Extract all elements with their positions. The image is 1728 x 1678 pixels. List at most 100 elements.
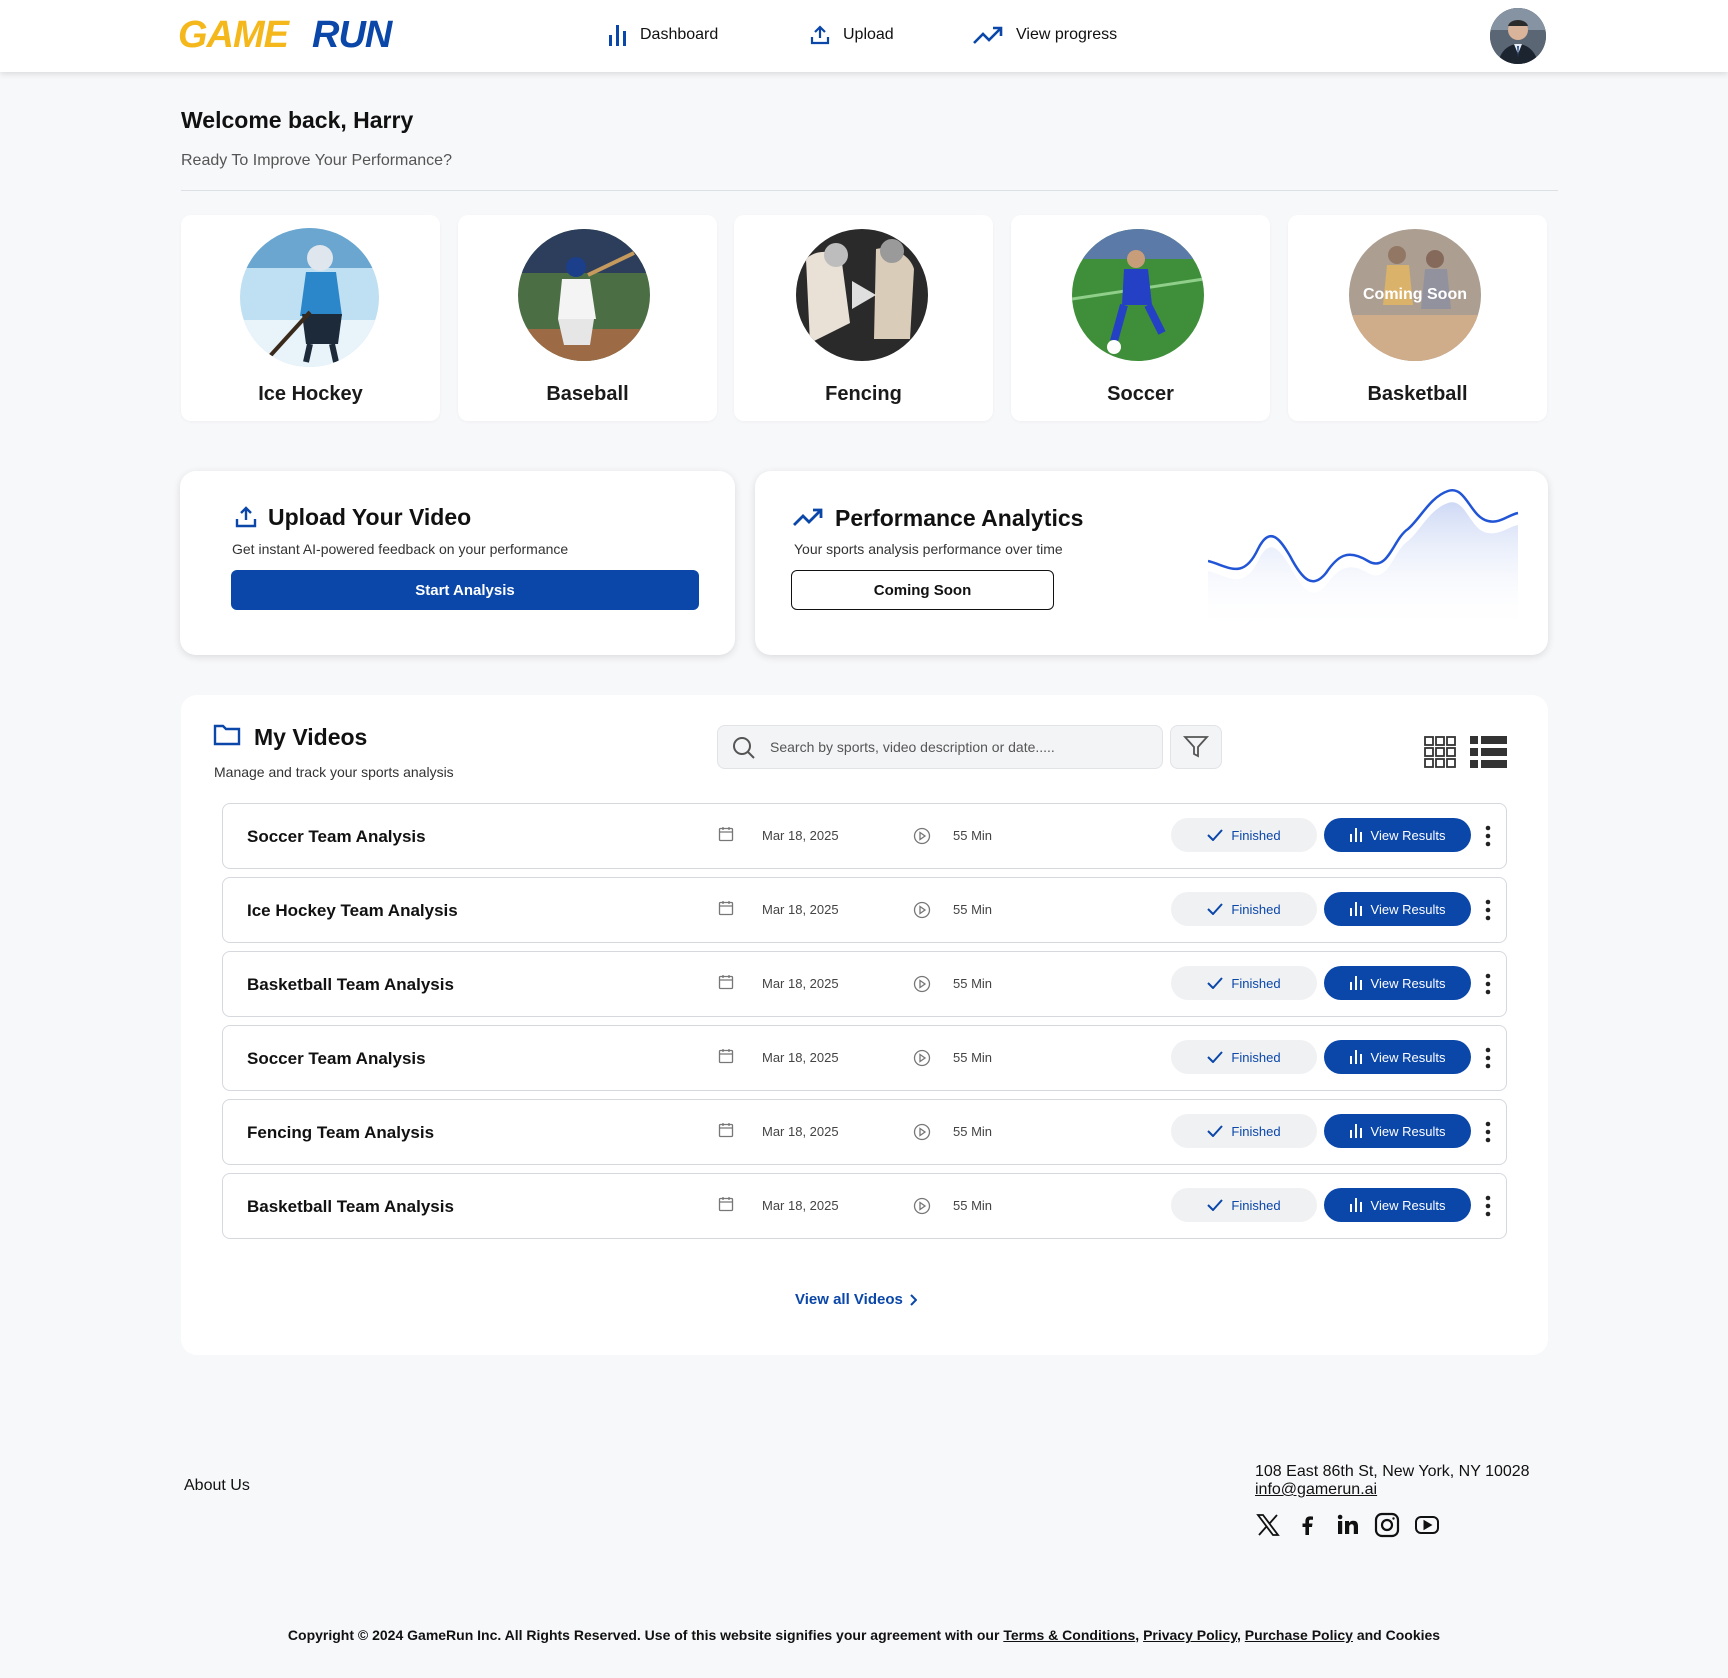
baseball-image [518,229,650,361]
check-icon [1207,1199,1224,1211]
check-icon [1207,1125,1224,1137]
coming-soon-button[interactable]: Coming Soon [791,570,1054,610]
more-vertical-icon [1485,1121,1491,1143]
view-results-button[interactable]: View Results [1324,1114,1471,1148]
calendar-icon [718,1197,734,1212]
calendar-icon [718,1049,734,1064]
video-row[interactable]: Basketball Team Analysis Mar 18, 2025 55… [222,1173,1507,1239]
more-options-button[interactable] [1478,970,1498,998]
more-vertical-icon [1485,825,1491,847]
sport-card-basketball[interactable]: Coming Soon Basketball [1288,215,1547,421]
trending-up-icon [973,26,1003,44]
ice-hockey-image [240,228,379,367]
sport-label: Ice Hockey [258,383,363,405]
list-view-button[interactable] [1470,736,1507,773]
terms-link[interactable]: Terms & Conditions [1003,1627,1135,1643]
calendar-icon [718,975,734,990]
video-row[interactable]: Fencing Team Analysis Mar 18, 2025 55 Mi… [222,1099,1507,1165]
more-options-button[interactable] [1478,1044,1498,1072]
view-results-button[interactable]: View Results [1324,892,1471,926]
facebook-link[interactable] [1293,1511,1321,1539]
search-input[interactable] [770,726,1150,768]
upload-card-title: Upload Your Video [268,504,472,530]
search-icon [733,737,755,759]
user-avatar[interactable] [1490,8,1546,64]
view-results-button[interactable]: View Results [1324,966,1471,1000]
copyright-prefix: Copyright © 2024 GameRun Inc. All Rights… [287,1627,1000,1643]
youtube-link[interactable] [1413,1511,1441,1539]
sport-card-fencing[interactable]: Fencing [734,215,993,421]
video-duration: 55 Min [953,976,993,991]
upload-icon [235,506,257,528]
welcome-title: Welcome back, Harry [181,107,414,133]
gamerun-logo[interactable]: GAME RUN [176,14,438,54]
nav-view-progress[interactable]: View progress [972,20,1117,50]
view-results-button[interactable]: View Results [1324,1188,1471,1222]
video-duration: 55 Min [953,828,993,843]
nav-upload[interactable]: Upload [809,20,894,50]
logo-text-game: GAME [178,14,291,54]
my-videos-subtitle: Manage and track your sports analysis [214,764,454,780]
more-vertical-icon [1485,899,1491,921]
status-label: Finished [1231,1197,1281,1213]
view-all-videos-link[interactable]: View all Videos [795,1291,917,1308]
sport-card-baseball[interactable]: Baseball [458,215,717,421]
status-label: Finished [1231,1123,1281,1139]
video-duration: 55 Min [953,902,993,917]
filter-button[interactable] [1170,725,1222,769]
video-title: Fencing Team Analysis [247,1123,435,1142]
footer-email-link[interactable]: info@gamerun.ai [1255,1481,1377,1499]
video-row[interactable]: Soccer Team Analysis Mar 18, 2025 55 Min… [222,803,1507,869]
more-options-button[interactable] [1478,1192,1498,1220]
list-view-icon [1470,736,1507,768]
view-all-label: View all Videos [795,1291,903,1308]
instagram-link[interactable] [1373,1511,1401,1539]
upload-card-subtitle: Get instant AI-powered feedback on your … [232,541,569,557]
more-options-button[interactable] [1478,1118,1498,1146]
welcome-subtitle: Ready To Improve Your Performance? [181,152,452,169]
x-link[interactable] [1254,1511,1282,1539]
view-results-button[interactable]: View Results [1324,818,1471,852]
upload-icon [810,25,830,45]
privacy-link[interactable]: Privacy Policy [1143,1627,1237,1643]
sport-label: Basketball [1367,383,1468,405]
status-badge: Finished [1171,1188,1317,1222]
about-us-link[interactable]: About Us [184,1477,250,1495]
performance-analytics-card: Performance Analytics Your sports analys… [755,471,1548,655]
more-options-button[interactable] [1478,896,1498,924]
video-row[interactable]: Basketball Team Analysis Mar 18, 2025 55… [222,951,1507,1017]
grid-view-button[interactable] [1424,736,1456,773]
bar-chart-icon [1349,976,1362,990]
status-label: Finished [1231,975,1281,991]
view-results-label: View Results [1370,1197,1446,1213]
sport-label: Soccer [1107,383,1174,405]
more-options-button[interactable] [1478,822,1498,850]
filter-icon [1183,736,1209,758]
sport-label: Baseball [546,383,629,405]
video-row[interactable]: Soccer Team Analysis Mar 18, 2025 55 Min… [222,1025,1507,1091]
linkedin-link[interactable] [1334,1511,1362,1539]
play-circle-icon [913,975,931,993]
more-vertical-icon [1485,1047,1491,1069]
sport-card-soccer[interactable]: Soccer [1011,215,1270,421]
trending-up-icon [793,508,823,526]
play-circle-icon [913,901,931,919]
view-results-button[interactable]: View Results [1324,1040,1471,1074]
basketball-image: Coming Soon [1349,229,1481,361]
status-badge: Finished [1171,892,1317,926]
video-search-box [717,725,1163,769]
start-analysis-button[interactable]: Start Analysis [231,570,699,610]
facebook-icon [1302,1516,1313,1535]
check-icon [1207,829,1224,841]
purchase-policy-link[interactable]: Purchase Policy [1245,1627,1353,1643]
status-label: Finished [1231,901,1281,917]
video-row[interactable]: Ice Hockey Team Analysis Mar 18, 2025 55… [222,877,1507,943]
video-duration: 55 Min [953,1124,993,1139]
nav-dashboard[interactable]: Dashboard [606,20,718,50]
more-vertical-icon [1485,1195,1491,1217]
video-date: Mar 18, 2025 [762,976,839,991]
sport-card-ice-hockey[interactable]: Ice Hockey [181,215,440,421]
check-icon [1207,1051,1224,1063]
video-title: Soccer Team Analysis [247,827,426,846]
status-label: Finished [1231,1049,1281,1065]
